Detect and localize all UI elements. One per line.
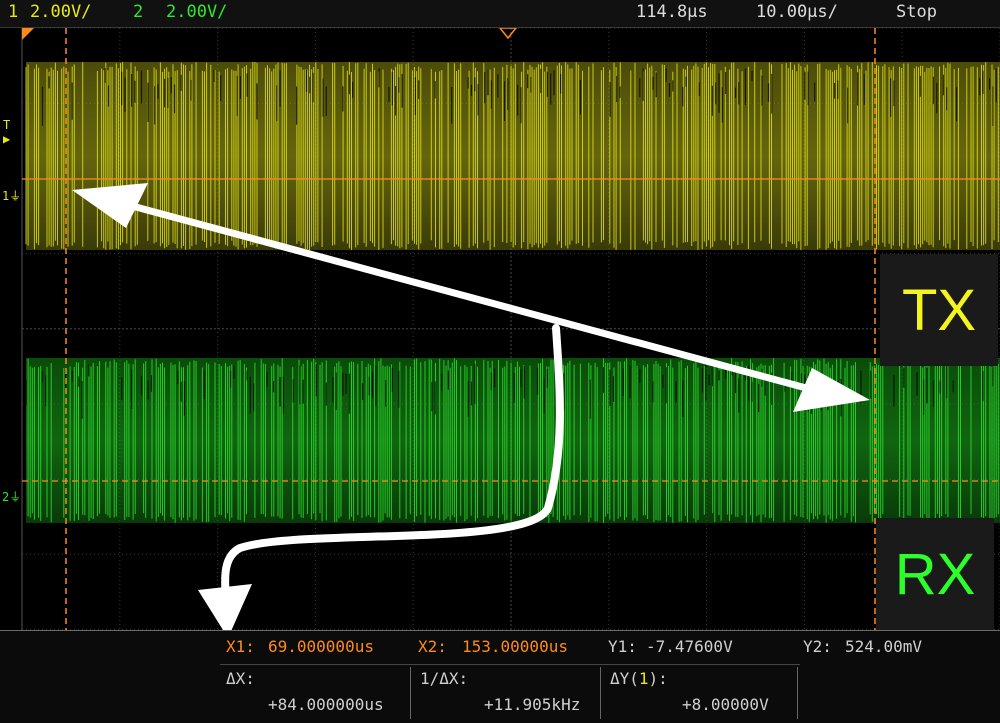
measurement-bar: X1: 69.000000us X2: 153.00000us Y1: -7.4…	[0, 630, 1000, 723]
x1-value[interactable]: 69.000000us	[268, 637, 374, 656]
trigger-arrow-icon: ▶	[3, 132, 11, 146]
x1-label: X1:	[226, 637, 255, 656]
x2-label: X2:	[418, 637, 447, 656]
column-divider	[600, 667, 601, 719]
column-divider	[410, 667, 411, 719]
ground-icon: ⏚	[9, 189, 22, 203]
channel-1-number[interactable]: 1	[8, 2, 18, 22]
top-status-bar: 1 2.00V/ 2 2.00V/ 114.8µs 10.00µs/ Stop	[0, 0, 1000, 28]
channel-1-ground-marker[interactable]: 1⏚	[2, 187, 21, 204]
channel-1-trace	[25, 62, 1000, 250]
channel-2-trace	[25, 358, 1000, 523]
y2-value[interactable]: 524.00mV	[845, 637, 922, 656]
delta-y-label: ΔY(1):	[610, 669, 668, 688]
inverse-delta-x-value: +11.905kHz	[484, 695, 581, 714]
delta-y-value: +8.00000V	[682, 695, 769, 714]
x2-value[interactable]: 153.00000us	[462, 637, 568, 656]
time-scale-readout[interactable]: 10.00µs/	[756, 2, 838, 22]
channel-2-ground-marker[interactable]: 2⏚	[2, 488, 21, 505]
delta-y-prefix: ΔY(	[610, 669, 639, 688]
column-divider	[797, 667, 798, 719]
channel-1-scale[interactable]: 2.00V/	[30, 2, 91, 22]
delta-x-label: ΔX:	[226, 669, 255, 688]
trigger-label: T	[3, 118, 11, 132]
delta-y-suffix: ):	[648, 669, 668, 688]
delta-y-channel: 1	[638, 669, 649, 688]
tx-label: TX	[880, 254, 998, 366]
rx-label: RX	[876, 518, 994, 630]
channel-2-scale[interactable]: 2.00V/	[166, 2, 227, 22]
inverse-delta-x-label: 1/ΔX:	[420, 669, 469, 688]
measurement-divider	[220, 664, 800, 665]
waveform-display[interactable]	[0, 28, 1000, 630]
run-state-indicator[interactable]: Stop	[896, 2, 937, 22]
channel-2-number[interactable]: 2	[133, 2, 143, 22]
y1-value[interactable]: -7.47600V	[646, 637, 733, 656]
y1-label: Y1:	[608, 637, 637, 656]
y2-label: Y2:	[803, 637, 832, 656]
time-delay-readout[interactable]: 114.8µs	[636, 2, 708, 22]
trigger-level-marker[interactable]: T ▶	[3, 118, 10, 146]
delta-x-value: +84.000000us	[268, 695, 384, 714]
ground-icon: ⏚	[9, 490, 22, 504]
